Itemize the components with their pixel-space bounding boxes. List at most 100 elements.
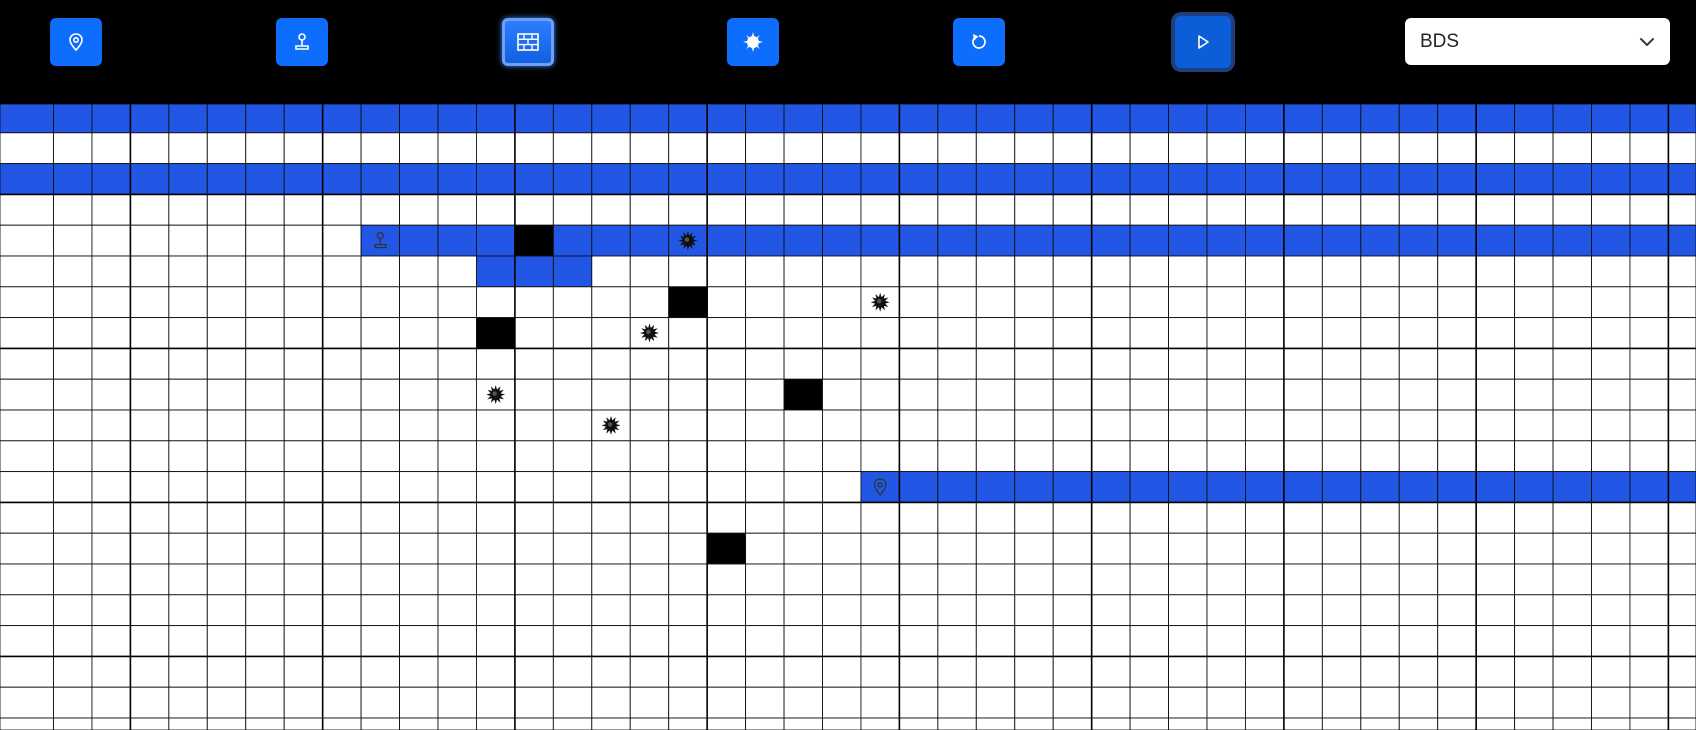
grid-cell[interactable] xyxy=(1552,594,1592,627)
grid-cell[interactable] xyxy=(53,655,93,688)
grid-cell[interactable] xyxy=(552,686,593,719)
grid-cell[interactable] xyxy=(1552,440,1592,473)
grid-cell[interactable] xyxy=(1014,255,1054,288)
grid-cell[interactable] xyxy=(552,132,593,165)
grid-cell[interactable] xyxy=(975,532,1016,565)
grid-cell[interactable] xyxy=(1552,655,1592,688)
grid-cell[interactable] xyxy=(206,255,247,288)
grid-cell[interactable] xyxy=(1475,717,1516,730)
grid-cell-visited[interactable] xyxy=(937,224,977,257)
grid-cell[interactable] xyxy=(1398,378,1439,411)
grid-cell[interactable] xyxy=(0,717,54,730)
grid-cell[interactable] xyxy=(1244,625,1285,657)
grid-cell[interactable] xyxy=(0,224,54,257)
grid-cell-wall[interactable] xyxy=(668,286,708,319)
grid-cell[interactable] xyxy=(168,347,208,380)
grid-cell[interactable] xyxy=(1629,686,1669,719)
grid-cell[interactable] xyxy=(1129,255,1169,288)
grid-cell[interactable] xyxy=(245,317,285,349)
grid-cell[interactable] xyxy=(283,440,324,473)
grid-cell[interactable] xyxy=(0,625,54,657)
grid-cell[interactable] xyxy=(783,440,823,473)
grid-cell[interactable] xyxy=(745,594,785,627)
grid-cell[interactable] xyxy=(668,378,708,411)
grid-cell[interactable] xyxy=(591,625,631,657)
grid-cell[interactable] xyxy=(860,409,900,442)
grid-cell[interactable] xyxy=(1629,409,1669,442)
grid-cell[interactable] xyxy=(206,625,247,657)
grid-cell-visited[interactable] xyxy=(668,104,708,134)
grid-cell[interactable] xyxy=(514,625,554,657)
grid-cell[interactable] xyxy=(129,717,170,730)
grid-cell[interactable] xyxy=(437,378,477,411)
grid-cell[interactable] xyxy=(1360,317,1400,349)
grid-cell-visited[interactable] xyxy=(860,104,900,134)
grid-cell[interactable] xyxy=(1360,132,1400,165)
grid-cell[interactable] xyxy=(1129,409,1169,442)
grid-cell[interactable] xyxy=(1514,532,1554,565)
grid-cell[interactable] xyxy=(860,625,900,657)
grid-cell[interactable] xyxy=(1360,563,1400,596)
grid-cell[interactable] xyxy=(0,594,54,627)
grid-cell-visited[interactable] xyxy=(1206,163,1246,195)
grid-cell[interactable] xyxy=(1283,317,1323,349)
grid-cell[interactable] xyxy=(1437,563,1477,596)
grid-cell[interactable] xyxy=(476,132,516,165)
grid-cell[interactable] xyxy=(53,132,93,165)
grid-cell[interactable] xyxy=(1091,317,1131,349)
grid-cell[interactable] xyxy=(206,317,247,349)
pathfinding-grid[interactable] xyxy=(0,104,1696,730)
grid-cell[interactable] xyxy=(360,193,401,226)
grid-cell-visited[interactable] xyxy=(1667,163,1696,195)
grid-cell[interactable] xyxy=(975,286,1016,319)
grid-cell[interactable] xyxy=(552,409,593,442)
grid-cell[interactable] xyxy=(476,594,516,627)
grid-cell[interactable] xyxy=(283,347,324,380)
grid-cell[interactable] xyxy=(860,347,900,380)
grid-cell[interactable] xyxy=(1244,440,1285,473)
grid-cell[interactable] xyxy=(245,193,285,226)
grid-cell-wall[interactable] xyxy=(783,378,823,411)
grid-cell[interactable] xyxy=(476,655,516,688)
grid-cell[interactable] xyxy=(245,409,285,442)
grid-cell[interactable] xyxy=(1321,717,1362,730)
grid-cell[interactable] xyxy=(591,471,631,503)
grid-cell[interactable] xyxy=(437,409,477,442)
grid-cell[interactable] xyxy=(168,378,208,411)
grid-cell-visited[interactable] xyxy=(437,104,477,134)
grid-cell-visited[interactable] xyxy=(399,163,439,195)
grid-cell[interactable] xyxy=(1283,717,1323,730)
grid-cell[interactable] xyxy=(591,317,631,349)
grid-cell[interactable] xyxy=(1014,317,1054,349)
grid-cell-visited[interactable] xyxy=(706,224,747,257)
grid-cell[interactable] xyxy=(129,625,170,657)
grid-cell[interactable] xyxy=(283,532,324,565)
grid-cell[interactable] xyxy=(1475,347,1516,380)
grid-cell[interactable] xyxy=(514,409,554,442)
grid-cell[interactable] xyxy=(399,255,439,288)
grid-cell[interactable] xyxy=(860,594,900,627)
grid-cell[interactable] xyxy=(1360,193,1400,226)
grid-cell[interactable] xyxy=(1283,440,1323,473)
grid-cell[interactable] xyxy=(283,224,324,257)
grid-cell[interactable] xyxy=(476,563,516,596)
grid-cell[interactable] xyxy=(1360,255,1400,288)
grid-cell[interactable] xyxy=(514,471,554,503)
grid-cell[interactable] xyxy=(1052,286,1093,319)
grid-cell[interactable] xyxy=(1514,501,1554,534)
grid-cell[interactable] xyxy=(245,347,285,380)
grid-cell[interactable] xyxy=(437,594,477,627)
grid-cell[interactable] xyxy=(1321,286,1362,319)
grid-cell[interactable] xyxy=(1629,347,1669,380)
grid-cell[interactable] xyxy=(822,193,862,226)
grid-cell[interactable] xyxy=(168,501,208,534)
grid-cell[interactable] xyxy=(129,532,170,565)
grid-cell[interactable] xyxy=(322,193,362,226)
grid-cell[interactable] xyxy=(53,532,93,565)
grid-cell[interactable] xyxy=(1129,625,1169,657)
grid-cell[interactable] xyxy=(1475,193,1516,226)
grid-cell[interactable] xyxy=(1052,255,1093,288)
grid-cell[interactable] xyxy=(783,409,823,442)
grid-cell-visited[interactable] xyxy=(1475,104,1516,134)
grid-cell-visited[interactable] xyxy=(476,104,516,134)
